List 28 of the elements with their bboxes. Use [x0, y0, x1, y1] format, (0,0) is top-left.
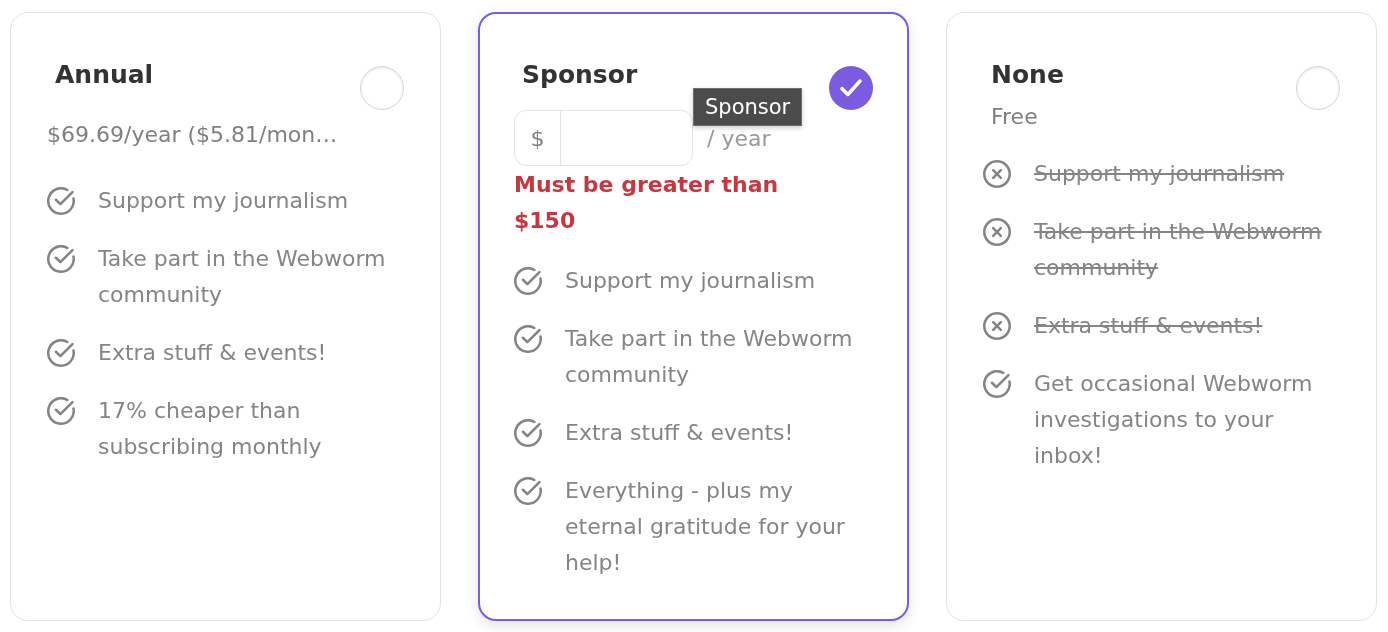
radio-button[interactable] [829, 66, 873, 110]
error-message: Must be greater than $150 [514, 171, 780, 235]
feature-text: Support my journalism [1034, 160, 1286, 188]
feature-text: Extra stuff & events! [1034, 312, 1264, 340]
plan-title: None [991, 59, 1064, 91]
period-text: / year [707, 125, 771, 151]
price-text: Free [991, 103, 1039, 131]
feature-text: Get occasional Webworm investigations to your inbox! [1034, 370, 1314, 470]
plan-card[interactable]: Sponsor $ / year Must be greater than $150 Support my journalism Take part in the Webworm community Extra stuff & events! Everything - plus my eternal gratitude for your help! Sponsor [478, 12, 909, 621]
radio-button[interactable] [1296, 66, 1340, 110]
plan-title: Annual [55, 59, 154, 91]
feature-text: 17% cheaper than subscribing monthly [98, 397, 323, 461]
feature-text: Take part in the Webworm community [1034, 218, 1323, 282]
price-text: $69.69/year ($5.81/mon… [47, 121, 339, 149]
feature-text: Extra stuff & events! [565, 419, 795, 447]
feature-text: Support my journalism [565, 267, 817, 295]
feature-text: Take part in the Webworm community [98, 245, 387, 309]
radio-button[interactable] [360, 66, 404, 110]
feature-text: Everything - plus my eternal gratitude for your help! [565, 477, 846, 577]
plan-title: Sponsor [522, 59, 638, 91]
feature-text: Support my journalism [98, 187, 350, 215]
plan-card[interactable]: Annual $69.69/year ($5.81/mon… Support my journalism Take part in the Webworm community Extra stuff & events! 17% cheaper than subscribing monthly [10, 12, 441, 621]
check-icon [840, 77, 862, 99]
feature-text: Extra stuff & events! [98, 339, 328, 367]
tooltip: Sponsor [693, 88, 803, 126]
feature-text: Take part in the Webworm community [565, 325, 854, 389]
amount-field[interactable]: $ [514, 110, 693, 166]
plan-card[interactable]: None Free Support my journalism Take part in the Webworm community Extra stuff & events! Get occasional Webworm investigations to your inbox! [946, 12, 1377, 621]
